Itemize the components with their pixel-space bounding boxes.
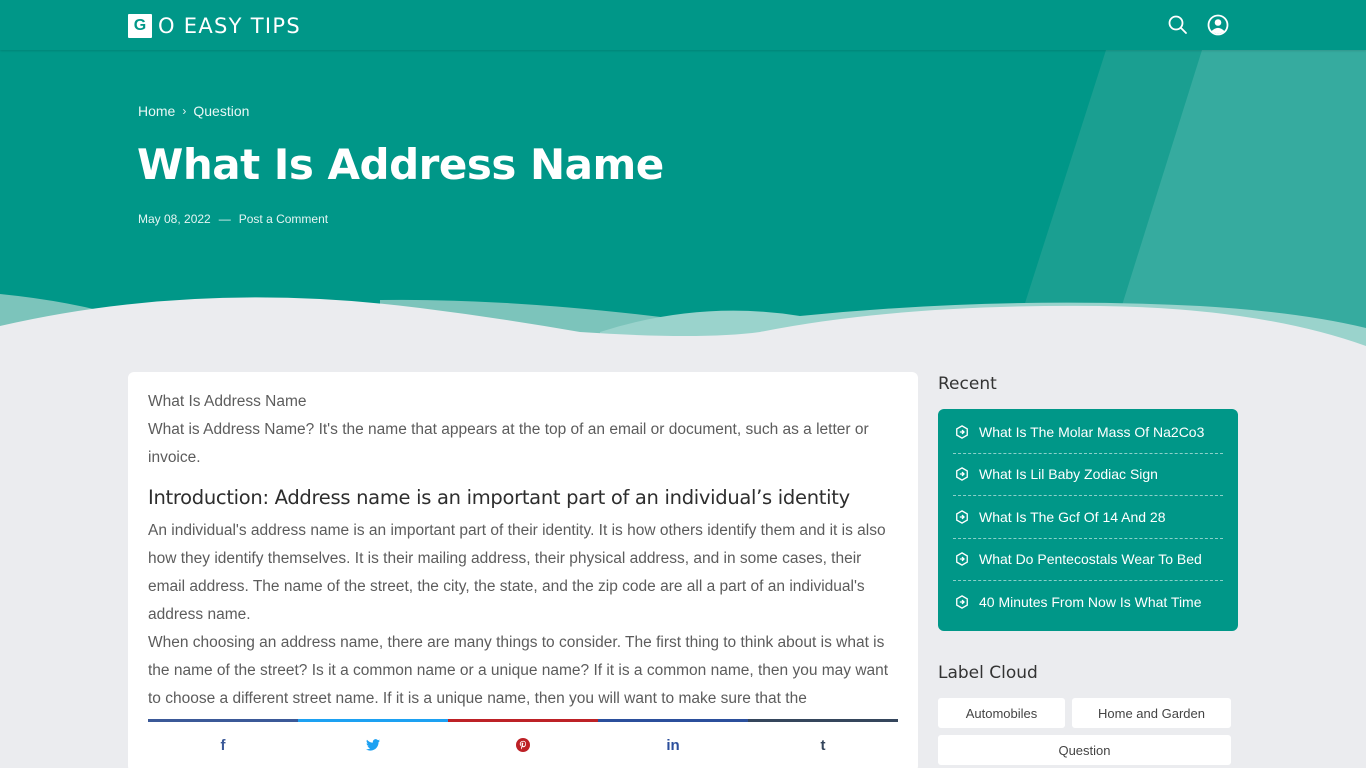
site-header: G O EASY TIPS (0, 0, 1366, 50)
recent-post-item[interactable]: What Do Pentecostals Wear To Bed (953, 539, 1223, 581)
linkedin-icon: in (666, 736, 680, 754)
post-comment-link[interactable]: Post a Comment (239, 212, 328, 226)
article-body[interactable]: What Is Address Name What is Address Nam… (148, 388, 898, 722)
logo-mark: G (128, 14, 152, 38)
label-tag-question[interactable]: Question (938, 735, 1231, 765)
pinterest-icon (516, 738, 530, 752)
share-pinterest-button[interactable] (448, 732, 598, 758)
recent-post-item[interactable]: What Is The Gcf Of 14 And 28 (953, 496, 1223, 539)
post-meta: May 08, 2022 — Post a Comment (138, 212, 328, 226)
share-tumblr-button[interactable]: t (748, 732, 898, 758)
label-cloud-title: Label Cloud (938, 663, 1038, 683)
recent-post-title: What Is The Molar Mass Of Na2Co3 (979, 423, 1205, 440)
breadcrumb-separator: › (182, 104, 187, 118)
share-color-bar (148, 719, 898, 722)
breadcrumb: Home › Question (138, 103, 249, 119)
share-facebook-button[interactable]: f (148, 732, 298, 758)
share-bar-facebook (148, 719, 298, 722)
hexagon-arrow-icon (956, 509, 968, 524)
tumblr-icon: t (820, 736, 826, 754)
hero-banner: Home › Question What Is Address Name May… (0, 50, 1366, 350)
user-account-icon[interactable] (1206, 13, 1230, 37)
recent-post-title: What Do Pentecostals Wear To Bed (979, 551, 1202, 568)
article-lead-title: What Is Address Name (148, 393, 307, 410)
search-icon[interactable] (1166, 13, 1190, 37)
share-bar-tumblr (748, 719, 898, 722)
post-date: May 08, 2022 (138, 212, 211, 226)
hexagon-arrow-icon (956, 467, 968, 482)
recent-post-item[interactable]: 40 Minutes From Now Is What Time (953, 581, 1223, 624)
logo-text: O EASY TIPS (158, 14, 301, 38)
facebook-icon: f (220, 736, 226, 754)
hexagon-arrow-icon (956, 424, 968, 439)
label-tag-automobiles[interactable]: Automobiles (938, 698, 1065, 728)
article-heading: Introduction: Address name is an importa… (148, 486, 850, 509)
page-title: What Is Address Name (137, 140, 664, 189)
recent-post-title: What Is The Gcf Of 14 And 28 (979, 508, 1166, 525)
hexagon-arrow-icon (956, 552, 968, 567)
breadcrumb-question[interactable]: Question (193, 103, 249, 119)
site-logo[interactable]: G O EASY TIPS (128, 14, 301, 38)
recent-post-item[interactable]: What Is The Molar Mass Of Na2Co3 (953, 411, 1223, 454)
breadcrumb-home[interactable]: Home (138, 103, 175, 119)
share-twitter-button[interactable] (298, 732, 448, 758)
article-card: What Is Address Name What is Address Nam… (128, 372, 918, 768)
recent-post-item[interactable]: What Is Lil Baby Zodiac Sign (953, 454, 1223, 496)
share-bar-linkedin (598, 719, 748, 722)
article-intro: What is Address Name? It's the name that… (148, 421, 869, 466)
article-paragraph: An individual's address name is an impor… (148, 522, 886, 623)
recent-post-title: 40 Minutes From Now Is What Time (979, 594, 1202, 611)
share-buttons: f in t (148, 732, 898, 758)
recent-post-title: What Is Lil Baby Zodiac Sign (979, 466, 1158, 483)
twitter-icon (366, 739, 380, 751)
label-tag-home-and-garden[interactable]: Home and Garden (1072, 698, 1231, 728)
hexagon-arrow-icon (956, 595, 968, 610)
share-linkedin-button[interactable]: in (598, 732, 748, 758)
recent-posts-list: What Is The Molar Mass Of Na2Co3 What Is… (938, 409, 1238, 631)
recent-widget-title: Recent (938, 374, 997, 394)
hero-background-shapes (0, 50, 1366, 350)
article-paragraph: When choosing an address name, there are… (148, 634, 889, 707)
share-bar-pinterest (448, 719, 598, 722)
meta-separator: — (218, 212, 231, 226)
share-bar-twitter (298, 719, 448, 722)
